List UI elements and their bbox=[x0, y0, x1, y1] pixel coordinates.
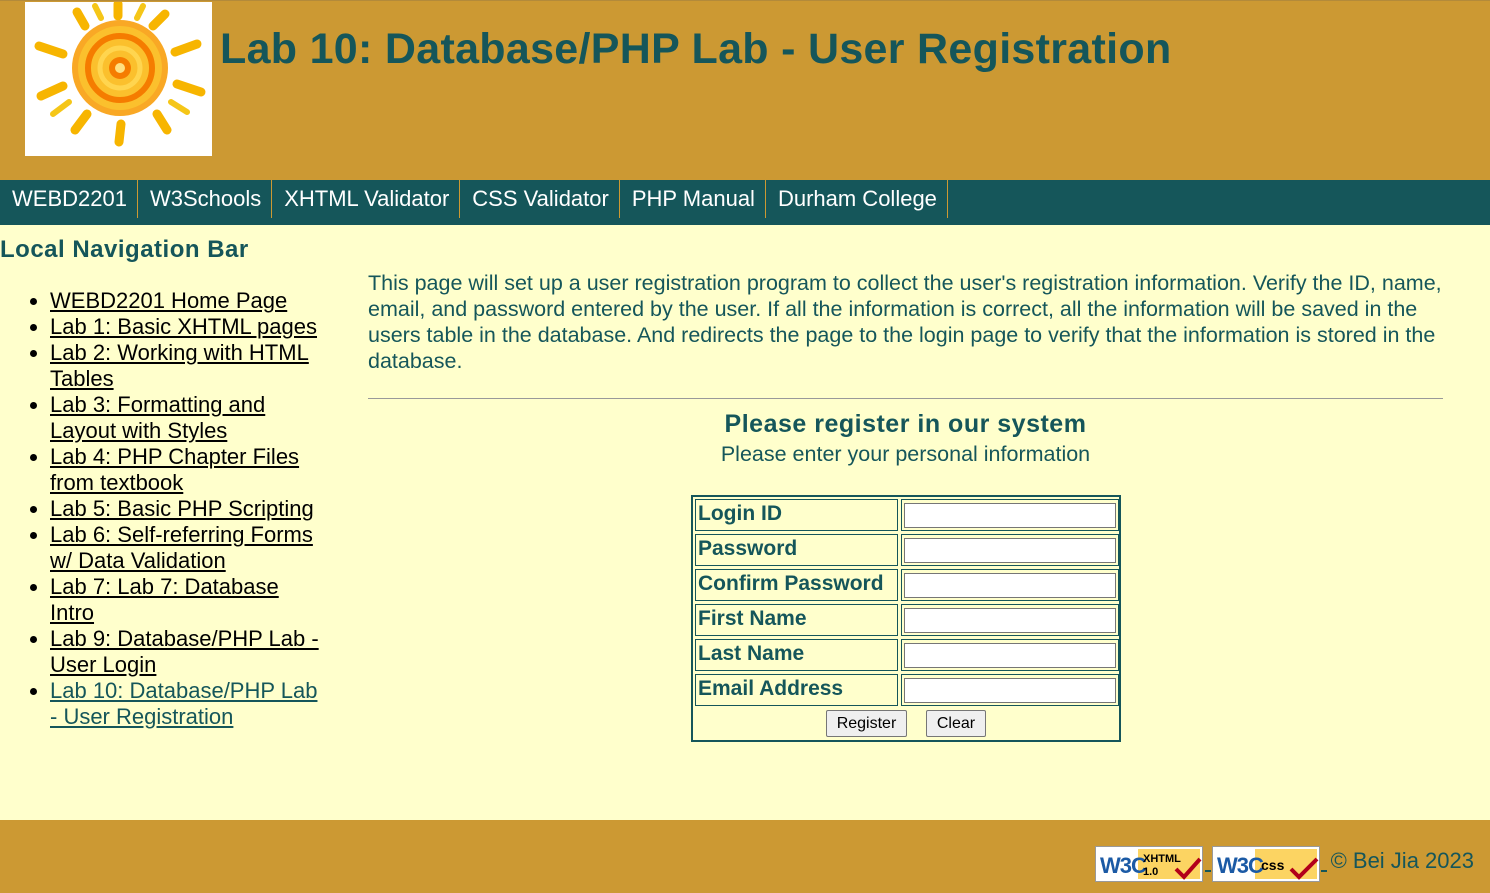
sidebar-item: Lab 6: Self-referring Forms w/ Data Vali… bbox=[50, 522, 320, 574]
site-header: Lab 10: Database/PHP Lab - User Registra… bbox=[0, 0, 1490, 180]
top-navigation: WEBD2201 W3Schools XHTML Validator CSS V… bbox=[0, 180, 1490, 225]
w3c-css-valid-icon[interactable]: W3C css bbox=[1212, 846, 1320, 882]
sidebar-link-lab3[interactable]: Lab 3: Formatting and Layout with Styles bbox=[50, 392, 265, 443]
sidebar-link-lab5[interactable]: Lab 5: Basic PHP Scripting bbox=[50, 496, 314, 521]
sidebar-item: Lab 1: Basic XHTML pages bbox=[50, 314, 320, 340]
field-label: Email Address bbox=[695, 674, 898, 706]
sidebar-item: Lab 9: Database/PHP Lab - User Login bbox=[50, 626, 320, 678]
content-divider bbox=[368, 398, 1443, 399]
badge-line1: XHTML bbox=[1143, 853, 1181, 865]
register-button[interactable]: Register bbox=[826, 710, 907, 737]
field-cell bbox=[901, 639, 1119, 671]
svg-text:W3C: W3C bbox=[1100, 853, 1147, 878]
nav-link-css-validator[interactable]: CSS Validator bbox=[460, 180, 620, 218]
svg-text:W3C: W3C bbox=[1217, 853, 1264, 878]
sidebar-link-lab10-current[interactable]: Lab 10: Database/PHP Lab - User Registra… bbox=[50, 678, 317, 729]
site-footer: W3C XHTML 1.0 W3C css © Bei Jia 2023 bbox=[0, 820, 1490, 893]
sidebar-title: Local Navigation Bar bbox=[0, 236, 249, 263]
field-cell bbox=[901, 499, 1119, 531]
w3c-xhtml-valid-icon[interactable]: W3C XHTML 1.0 bbox=[1095, 846, 1203, 882]
sidebar-link-lab1[interactable]: Lab 1: Basic XHTML pages bbox=[50, 314, 317, 339]
email-address-input[interactable] bbox=[904, 678, 1116, 703]
main-content: This page will set up a user registratio… bbox=[368, 270, 1443, 742]
page-title: Lab 10: Database/PHP Lab - User Registra… bbox=[220, 25, 1172, 73]
sidebar-link-lab2[interactable]: Lab 2: Working with HTML Tables bbox=[50, 340, 309, 391]
sidebar-link-list: WEBD2201 Home Page Lab 1: Basic XHTML pa… bbox=[0, 288, 320, 730]
confirm-password-input[interactable] bbox=[904, 573, 1116, 598]
field-label: Password bbox=[695, 534, 898, 566]
badge-line2: 1.0 bbox=[1143, 866, 1158, 878]
sidebar-item: Lab 3: Formatting and Layout with Styles bbox=[50, 392, 320, 444]
sidebar-link-home[interactable]: WEBD2201 Home Page bbox=[50, 288, 287, 313]
sidebar-item: Lab 10: Database/PHP Lab - User Registra… bbox=[50, 678, 320, 730]
first-name-input[interactable] bbox=[904, 608, 1116, 633]
sidebar-link-lab6[interactable]: Lab 6: Self-referring Forms w/ Data Vali… bbox=[50, 522, 313, 573]
sun-logo-icon bbox=[25, 2, 212, 156]
badge-line1: css bbox=[1261, 857, 1285, 873]
nav-link-durham-college[interactable]: Durham College bbox=[766, 180, 948, 218]
field-label: Last Name bbox=[695, 639, 898, 671]
sidebar-item: Lab 4: PHP Chapter Files from textbook bbox=[50, 444, 320, 496]
form-subheading: Please enter your personal information bbox=[720, 442, 1091, 466]
nav-link-xhtml-validator[interactable]: XHTML Validator bbox=[272, 180, 461, 218]
sidebar-item: Lab 2: Working with HTML Tables bbox=[50, 340, 320, 392]
badge-separator bbox=[1321, 870, 1327, 872]
field-cell bbox=[901, 569, 1119, 601]
badge-separator bbox=[1205, 870, 1211, 872]
sidebar-link-lab4[interactable]: Lab 4: PHP Chapter Files from textbook bbox=[50, 444, 299, 495]
sidebar-item: Lab 7: Lab 7: Database Intro bbox=[50, 574, 320, 626]
sidebar-link-lab7[interactable]: Lab 7: Lab 7: Database Intro bbox=[50, 574, 279, 625]
registration-form: Login ID Password Confirm Password First… bbox=[691, 495, 1121, 742]
intro-paragraph: This page will set up a user registratio… bbox=[368, 271, 1442, 373]
sidebar-item: WEBD2201 Home Page bbox=[50, 288, 320, 314]
login-id-input[interactable] bbox=[904, 503, 1116, 528]
form-row-confirm-password: Confirm Password bbox=[695, 569, 1119, 601]
form-row-email: Email Address bbox=[695, 674, 1119, 706]
copyright-text: © Bei Jia 2023 bbox=[1330, 848, 1474, 873]
field-label: Login ID bbox=[695, 499, 898, 531]
nav-link-webd2201[interactable]: WEBD2201 bbox=[0, 180, 138, 218]
field-cell bbox=[901, 674, 1119, 706]
form-row-last-name: Last Name bbox=[695, 639, 1119, 671]
field-label: Confirm Password bbox=[695, 569, 898, 601]
form-row-login-id: Login ID bbox=[695, 499, 1119, 531]
nav-link-w3schools[interactable]: W3Schools bbox=[138, 180, 273, 218]
form-heading: Please register in our system bbox=[724, 410, 1087, 438]
sidebar-item: Lab 5: Basic PHP Scripting bbox=[50, 496, 320, 522]
last-name-input[interactable] bbox=[904, 643, 1116, 668]
clear-button[interactable]: Clear bbox=[926, 710, 986, 737]
field-label: First Name bbox=[695, 604, 898, 636]
field-cell bbox=[901, 604, 1119, 636]
local-navigation-sidebar: Local Navigation Bar WEBD2201 Home Page … bbox=[0, 236, 320, 729]
field-cell bbox=[901, 534, 1119, 566]
nav-link-php-manual[interactable]: PHP Manual bbox=[620, 180, 766, 218]
form-row-first-name: First Name bbox=[695, 604, 1119, 636]
password-input[interactable] bbox=[904, 538, 1116, 563]
form-row-password: Password bbox=[695, 534, 1119, 566]
sidebar-link-lab9[interactable]: Lab 9: Database/PHP Lab - User Login bbox=[50, 626, 319, 677]
